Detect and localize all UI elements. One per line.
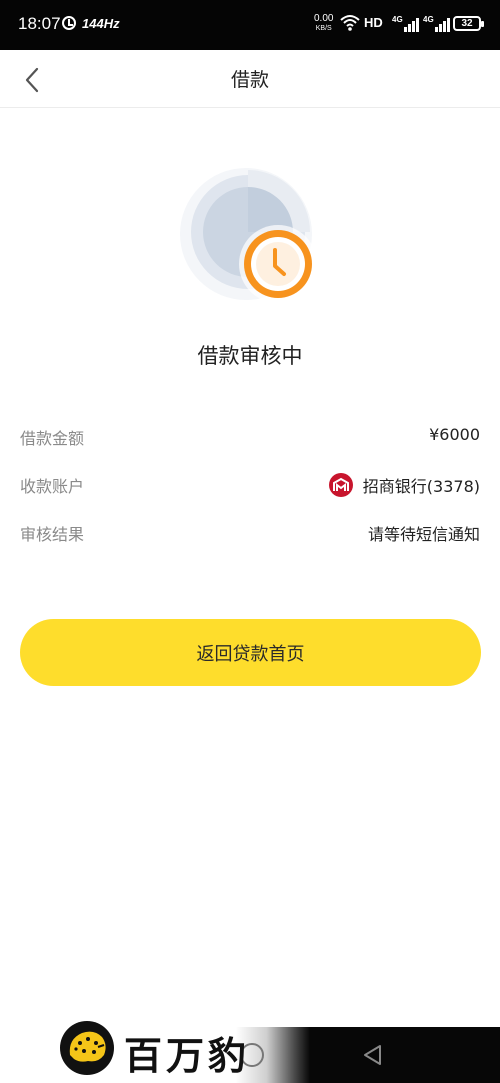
alarm-icon: [62, 16, 76, 30]
refresh-rate: 144Hz: [82, 16, 120, 31]
status-title: 借款审核中: [197, 344, 303, 368]
page-title: 借款: [230, 69, 269, 91]
network-type-2: 4G: [423, 15, 434, 24]
status-time: 18:07: [18, 14, 61, 33]
status-bar: 18:07 144Hz 0.00 KB/S HD 4G 4G 32: [0, 0, 500, 50]
net-speed: 0.00 KB/S: [314, 14, 333, 34]
result-row: 审核结果 请等待短信通知: [20, 517, 480, 547]
account-row: 收款账户 招商银行(3378): [20, 469, 480, 499]
bank-name: 招商银行(3378): [362, 477, 480, 496]
cellular-signal-icon-2: 4G: [423, 15, 450, 32]
return-home-button[interactable]: 返回贷款首页: [20, 619, 481, 686]
net-speed-unit: KB/S: [315, 25, 332, 32]
bank-logo-icon: [328, 473, 353, 497]
amount-label: 借款金额: [20, 429, 85, 448]
watermark-logo: 百万豹: [58, 1017, 258, 1083]
network-type-1: 4G: [392, 15, 403, 24]
cellular-signal-icon: 4G: [392, 15, 419, 32]
account-label: 收款账户: [20, 477, 85, 496]
hd-badge: HD: [364, 15, 383, 30]
wifi-icon: [340, 15, 360, 31]
clock-pending-icon: [180, 168, 317, 303]
result-value: 请等待短信通知: [367, 525, 480, 544]
account-value: 招商银行(3378): [328, 473, 480, 497]
watermark-text: 百万豹: [124, 1033, 251, 1078]
back-nav-icon[interactable]: [360, 1042, 386, 1068]
leopard-icon: [60, 1021, 114, 1075]
net-speed-value: 0.00: [314, 13, 334, 24]
battery-icon: 32: [453, 16, 484, 31]
result-label: 审核结果: [20, 525, 85, 544]
amount-row: 借款金额 ¥6000: [20, 421, 480, 451]
nav-header: 借款: [0, 50, 500, 108]
amount-value: ¥6000: [429, 425, 480, 444]
